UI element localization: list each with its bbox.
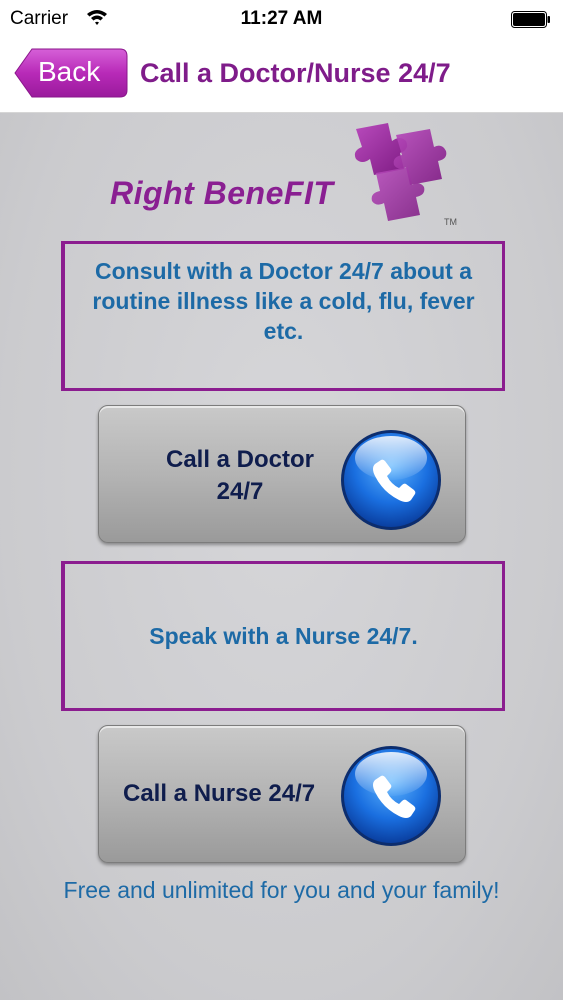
call-doctor-label: Call a Doctor 24/7 bbox=[165, 446, 315, 505]
doctor-info-box: Consult with a Doctor 24/7 about a routi… bbox=[61, 241, 505, 391]
back-button[interactable]: Back bbox=[14, 48, 128, 98]
nurse-info-box: Speak with a Nurse 24/7. bbox=[61, 561, 505, 711]
status-time: 11:27 AM bbox=[240, 8, 323, 29]
footer-text: Free and unlimited for you and your fami… bbox=[63, 877, 500, 903]
phone-icon bbox=[341, 430, 441, 530]
trademark-label: TM bbox=[444, 217, 457, 227]
nurse-info-text: Speak with a Nurse 24/7. bbox=[149, 623, 418, 649]
call-doctor-button[interactable]: Call a Doctor 24/7 bbox=[98, 405, 466, 543]
phone-icon bbox=[341, 746, 441, 846]
call-nurse-button[interactable]: Call a Nurse 24/7 bbox=[98, 725, 466, 863]
brand-logo: Right BeneFIT TM bbox=[108, 121, 468, 233]
page-title: Call a Doctor/Nurse 24/7 bbox=[140, 58, 451, 88]
status-bar: Carrier 11:27 AM bbox=[0, 0, 563, 40]
logo-text: Right BeneFIT bbox=[110, 175, 334, 211]
battery-icon bbox=[511, 11, 550, 28]
call-nurse-label: Call a Nurse 24/7 bbox=[123, 780, 316, 807]
back-button-label: Back bbox=[38, 56, 101, 87]
puzzle-icon bbox=[354, 123, 447, 221]
doctor-info-text: Consult with a Doctor 24/7 about a routi… bbox=[92, 258, 475, 344]
main-content: Right BeneFIT TM Consult with a Doctor 2… bbox=[0, 113, 563, 1000]
navigation-bar: Back Call a Doctor/Nurse 24/7 bbox=[0, 40, 563, 113]
